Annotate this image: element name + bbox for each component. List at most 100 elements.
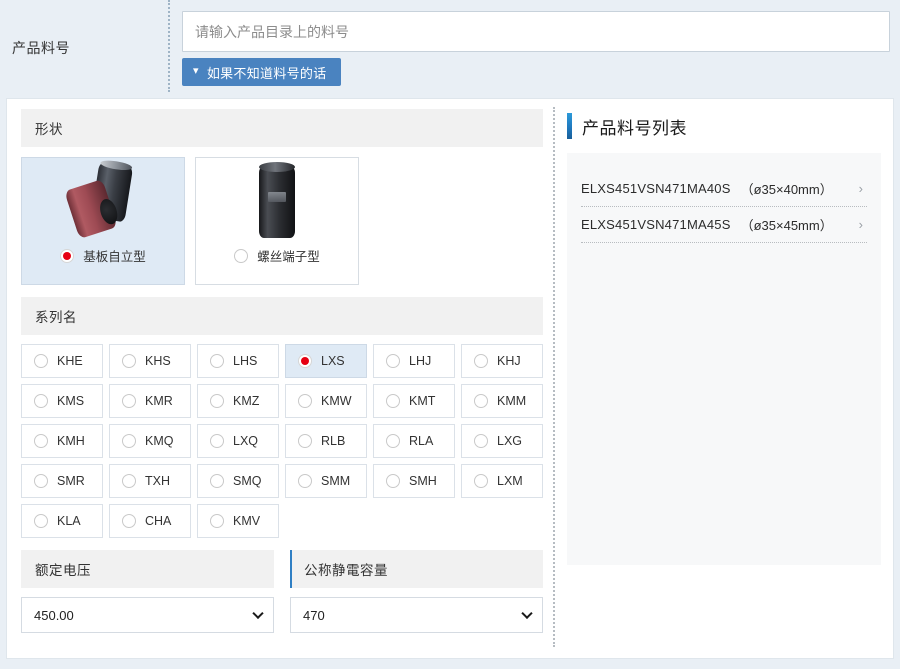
radio-unselected-icon[interactable] — [210, 354, 224, 368]
series-option-label: SMR — [57, 474, 85, 488]
series-option-lxq[interactable]: LXQ — [197, 424, 279, 458]
series-option-label: SMQ — [233, 474, 262, 488]
series-option-label: KMQ — [145, 434, 174, 448]
series-option-label: KHE — [57, 354, 83, 368]
part-number-input[interactable] — [182, 11, 890, 52]
radio-unselected-icon[interactable] — [474, 354, 488, 368]
radio-unselected-icon[interactable] — [34, 354, 48, 368]
series-option-label: KMM — [497, 394, 527, 408]
result-dimensions: （ø35×40mm） — [740, 182, 833, 197]
results-list: ELXS451VSN471MA40S （ø35×40mm） › ELXS451VSN4… — [567, 153, 881, 565]
series-option-kmq[interactable]: KMQ — [109, 424, 191, 458]
results-title: 产品料号列表 — [567, 113, 881, 139]
unknown-part-number-button[interactable]: ▾ 如果不知道料号的话 — [182, 58, 341, 86]
series-option-label: KMT — [409, 394, 436, 408]
screw-terminal-capacitor-image — [196, 158, 358, 246]
series-option-kmr[interactable]: KMR — [109, 384, 191, 418]
voltage-select[interactable]: 450.00 — [21, 597, 274, 633]
radio-unselected-icon[interactable] — [386, 434, 400, 448]
series-option-kms[interactable]: KMS — [21, 384, 103, 418]
series-option-label: LXG — [497, 434, 523, 448]
radio-unselected-icon[interactable] — [210, 394, 224, 408]
series-options: KHE KHS LHS LXS LHJ KHJ KMS KMR KMZ KMW KMT KMM KMH K… — [21, 344, 543, 538]
series-option-rlb[interactable]: RLB — [285, 424, 367, 458]
snap-in-capacitor-image — [22, 158, 184, 246]
radio-unselected-icon[interactable] — [34, 394, 48, 408]
radio-unselected-icon[interactable] — [122, 474, 136, 488]
series-option-label: KHJ — [497, 354, 521, 368]
radio-unselected-icon[interactable] — [298, 434, 312, 448]
shape-option-screw-terminal-caption: 螺丝端子型 — [196, 246, 358, 265]
shape-option-screw-terminal[interactable]: 螺丝端子型 — [195, 157, 359, 285]
chevron-down-icon — [252, 607, 264, 620]
series-option-label: LXM — [497, 474, 523, 488]
series-option-label: KMW — [321, 394, 352, 408]
series-option-smr[interactable]: SMR — [21, 464, 103, 498]
radio-unselected-icon[interactable] — [34, 474, 48, 488]
series-option-smh[interactable]: SMH — [373, 464, 455, 498]
radio-unselected-icon[interactable] — [122, 434, 136, 448]
series-option-label: LXS — [321, 354, 345, 368]
radio-unselected-icon[interactable] — [34, 514, 48, 528]
series-option-label: KLA — [57, 514, 81, 528]
radio-unselected-icon[interactable] — [122, 514, 136, 528]
series-option-label: TXH — [145, 474, 170, 488]
radio-unselected-icon[interactable] — [386, 394, 400, 408]
series-option-lxg[interactable]: LXG — [461, 424, 543, 458]
series-option-txh[interactable]: TXH — [109, 464, 191, 498]
radio-unselected-icon[interactable] — [474, 474, 488, 488]
series-option-kmv[interactable]: KMV — [197, 504, 279, 538]
result-part-number: ELXS451VSN471MA40S — [581, 181, 731, 196]
series-option-rla[interactable]: RLA — [373, 424, 455, 458]
shape-option-snap-in[interactable]: 基板自立型 — [21, 157, 185, 285]
title-accent-bar — [567, 113, 572, 139]
series-option-lxm[interactable]: LXM — [461, 464, 543, 498]
series-option-kmh[interactable]: KMH — [21, 424, 103, 458]
radio-unselected-icon[interactable] — [298, 474, 312, 488]
capacitor-tall-body — [259, 162, 295, 238]
radio-selected-icon[interactable] — [60, 248, 75, 263]
result-item[interactable]: ELXS451VSN471MA45S （ø35×45mm） › — [581, 207, 867, 243]
series-option-kla[interactable]: KLA — [21, 504, 103, 538]
radio-unselected-icon[interactable] — [210, 474, 224, 488]
series-option-khe[interactable]: KHE — [21, 344, 103, 378]
radio-unselected-icon[interactable] — [34, 434, 48, 448]
result-dimensions: （ø35×45mm） — [740, 218, 833, 233]
radio-unselected-icon[interactable] — [298, 394, 312, 408]
series-option-lhs[interactable]: LHS — [197, 344, 279, 378]
shape-option-snap-in-label: 基板自立型 — [83, 250, 146, 264]
radio-unselected-icon[interactable] — [386, 354, 400, 368]
radio-unselected-icon[interactable] — [210, 434, 224, 448]
search-bar: 产品料号 ▾ 如果不知道料号的话 — [0, 0, 900, 92]
results-title-label: 产品料号列表 — [582, 118, 687, 138]
capacitance-section-header: 公称静電容量 — [290, 550, 543, 588]
series-option-khj[interactable]: KHJ — [461, 344, 543, 378]
unknown-part-number-label: 如果不知道料号的话 — [206, 65, 327, 81]
series-option-lxs[interactable]: LXS — [285, 344, 367, 378]
series-option-smm[interactable]: SMM — [285, 464, 367, 498]
radio-unselected-icon[interactable] — [386, 474, 400, 488]
series-option-label: KMZ — [233, 394, 260, 408]
voltage-select-value: 450.00 — [34, 607, 74, 623]
series-option-cha[interactable]: CHA — [109, 504, 191, 538]
radio-unselected-icon[interactable] — [122, 394, 136, 408]
radio-unselected-icon[interactable] — [234, 248, 249, 263]
voltage-section-header: 额定电压 — [21, 550, 274, 588]
series-option-label: LHS — [233, 354, 258, 368]
capacitance-select[interactable]: 470 — [290, 597, 543, 633]
series-option-lhj[interactable]: LHJ — [373, 344, 455, 378]
series-option-kmz[interactable]: KMZ — [197, 384, 279, 418]
radio-unselected-icon[interactable] — [122, 354, 136, 368]
series-option-kmm[interactable]: KMM — [461, 384, 543, 418]
search-bar-fields: ▾ 如果不知道料号的话 — [170, 0, 900, 86]
result-item[interactable]: ELXS451VSN471MA40S （ø35×40mm） › — [581, 171, 867, 207]
series-option-kmw[interactable]: KMW — [285, 384, 367, 418]
radio-selected-icon[interactable] — [298, 354, 312, 368]
series-option-khs[interactable]: KHS — [109, 344, 191, 378]
series-option-kmt[interactable]: KMT — [373, 384, 455, 418]
radio-unselected-icon[interactable] — [474, 434, 488, 448]
series-option-smq[interactable]: SMQ — [197, 464, 279, 498]
radio-unselected-icon[interactable] — [474, 394, 488, 408]
radio-unselected-icon[interactable] — [210, 514, 224, 528]
chevron-right-icon: › — [858, 217, 863, 232]
